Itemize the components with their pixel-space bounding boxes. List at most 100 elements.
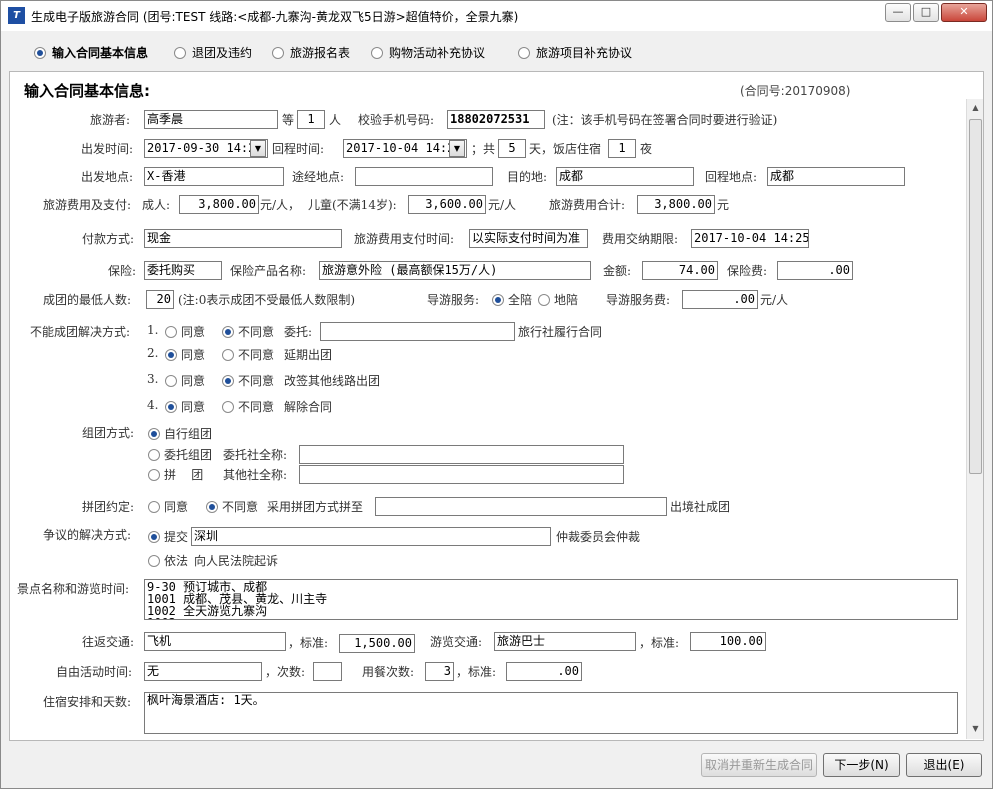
exit-button[interactable]: 退出(E) — [906, 753, 982, 777]
adult-fee-input[interactable]: 3,800.00 — [179, 195, 259, 214]
tab-projects[interactable]: 旅游项目补充协议 — [518, 44, 632, 61]
other-agency-input[interactable] — [299, 465, 624, 484]
pay-deadline-input[interactable]: 2017-10-04 14:25 — [691, 229, 809, 248]
group-option-merge[interactable]: 拼 团 — [148, 466, 203, 483]
meals-std-input[interactable]: .00 — [506, 662, 582, 681]
tab-signup[interactable]: 旅游报名表 — [272, 44, 350, 61]
fail-1-suffix: 旅行社履行合同 — [518, 325, 603, 339]
tab-label: 退团及违约 — [192, 46, 253, 60]
minimize-button[interactable]: — — [885, 3, 911, 22]
dispute-city-input[interactable]: 深圳 — [191, 527, 551, 546]
itinerary-textarea[interactable]: 9-30 预订城市、成都 1001 成都、茂县、黄龙、川主寺 1002 全天游览… — [144, 579, 958, 620]
radio-icon — [206, 501, 218, 513]
times-input[interactable] — [313, 662, 342, 681]
return-time-dropdown[interactable]: ▼ — [449, 140, 465, 157]
transport-input[interactable]: 飞机 — [144, 632, 286, 651]
free-time-input[interactable]: 无 — [144, 662, 262, 681]
maximize-button[interactable]: □ — [913, 3, 939, 22]
radio-icon — [222, 349, 234, 361]
insurance-input[interactable]: 委托购买 — [144, 261, 222, 280]
depart-time-dropdown[interactable]: ▼ — [250, 140, 266, 157]
ins-product-label: 保险产品名称: — [230, 264, 307, 278]
ins-product-input[interactable]: 旅游意外险 (最高额保15万/人) — [319, 261, 591, 280]
group-option-entrust[interactable]: 委托组团 — [148, 446, 212, 463]
phone-input[interactable]: 18802072531 — [447, 110, 545, 129]
entrust-agency-input[interactable] — [299, 445, 624, 464]
merge-agree-radio[interactable]: 同意 — [148, 498, 188, 515]
fail-label: 不能成团解决方式: — [30, 325, 131, 339]
meals-input[interactable]: 3 — [425, 662, 454, 681]
tour-std-input[interactable]: 100.00 — [690, 632, 766, 651]
title-bar: T 生成电子版旅游合同 (团号:TEST 线路:<成都-九寨沟-黄龙双飞5日游>… — [1, 1, 992, 31]
child-unit: 元/人 — [488, 198, 517, 212]
pay-time-input[interactable]: 以实际支付时间为准 — [469, 229, 588, 248]
scrollbar-thumb[interactable] — [969, 119, 982, 474]
depart-place-input[interactable]: X-香港 — [144, 167, 284, 186]
child-fee-input[interactable]: 3,600.00 — [408, 195, 486, 214]
total-fee-input[interactable]: 3,800.00 — [637, 195, 715, 214]
via-input[interactable] — [355, 167, 493, 186]
return-place-input[interactable]: 成都 — [767, 167, 905, 186]
radio-icon — [272, 47, 284, 59]
dispute-option-arbitrate[interactable]: 提交 — [148, 528, 188, 545]
fail-2-disagree-radio[interactable]: 不同意 — [222, 346, 274, 363]
pay-method-input[interactable]: 现金 — [144, 229, 342, 248]
phone-label: 校验手机号码: — [358, 113, 435, 127]
tab-shopping[interactable]: 购物活动补充协议 — [371, 44, 485, 61]
guide-fee-unit: 元/人 — [760, 293, 789, 307]
adult-label: 成人: — [142, 198, 171, 212]
min-people-input[interactable]: 20 — [146, 290, 174, 309]
tab-basic-info[interactable]: 输入合同基本信息 — [34, 44, 148, 61]
transport-std-input[interactable]: 1,500.00 — [339, 634, 415, 653]
ins-fee-input[interactable]: .00 — [777, 261, 853, 280]
option-label: 提交 — [164, 530, 189, 544]
scroll-up-icon[interactable]: ▲ — [969, 101, 982, 115]
fail-3-agree-radio[interactable]: 同意 — [165, 372, 205, 389]
fail-4-agree-radio[interactable]: 同意 — [165, 398, 205, 415]
merge-agency-input[interactable] — [375, 497, 667, 516]
guide-option-full[interactable]: 全陪 — [492, 291, 532, 308]
option-label: 委托组团 — [164, 448, 213, 462]
count-input[interactable]: 1 — [297, 110, 325, 129]
guide-option-local[interactable]: 地陪 — [538, 291, 578, 308]
fail-row-no: 2. — [147, 346, 159, 360]
fail-4-disagree-radio[interactable]: 不同意 — [222, 398, 274, 415]
depart-place-label: 出发地点: — [81, 170, 134, 184]
merge-label: 拼团约定: — [82, 500, 135, 514]
tab-bar: 输入合同基本信息 退团及违约 旅游报名表 购物活动补充协议 旅游项目补充协议 — [1, 39, 992, 63]
scrollbar[interactable]: ▲ ▼ — [966, 99, 983, 739]
option-label: 不同意 — [222, 500, 259, 514]
phone-note: (注：该手机号码在签署合同时要进行验证) — [552, 113, 778, 127]
traveler-input[interactable]: 高季晨 — [144, 110, 278, 129]
group-option-self[interactable]: 自行组团 — [148, 425, 212, 442]
scroll-down-icon[interactable]: ▼ — [969, 722, 982, 736]
chevron-down-icon: ▼ — [453, 144, 461, 153]
fail-3-disagree-radio[interactable]: 不同意 — [222, 372, 274, 389]
transport-std-label: ，标准: — [288, 636, 329, 650]
days-input[interactable]: 5 — [498, 139, 526, 158]
dispute-option-court[interactable]: 依法 — [148, 552, 188, 569]
fail-2-agree-radio[interactable]: 同意 — [165, 346, 205, 363]
count-unit: 人 — [329, 113, 342, 127]
option-label: 同意 — [181, 325, 206, 339]
tour-std-label: ，标准: — [639, 636, 680, 650]
tour-transport-input[interactable]: 旅游巴士 — [494, 632, 636, 651]
nights-input[interactable]: 1 — [608, 139, 636, 158]
merge-disagree-radio[interactable]: 不同意 — [206, 498, 258, 515]
close-button[interactable]: ✕ — [941, 3, 987, 22]
tab-withdraw[interactable]: 退团及违约 — [174, 44, 252, 61]
hotel-textarea[interactable]: 枫叶海景酒店: 1天。 — [144, 692, 958, 734]
tab-label: 旅游项目补充协议 — [536, 46, 633, 60]
next-button[interactable]: 下一步(N) — [823, 753, 900, 777]
fail-4-text: 解除合同 — [284, 400, 333, 414]
amount-input[interactable]: 74.00 — [642, 261, 718, 280]
maximize-icon: □ — [920, 5, 932, 18]
guide-fee-input[interactable]: .00 — [682, 290, 758, 309]
tour-transport-label: 游览交通: — [430, 635, 483, 649]
pay-time-label: 旅游费用支付时间: — [354, 232, 455, 246]
fail-1-agency-input[interactable] — [320, 322, 515, 341]
fail-1-disagree-radio[interactable]: 不同意 — [222, 323, 274, 340]
fail-1-agree-radio[interactable]: 同意 — [165, 323, 205, 340]
dest-input[interactable]: 成都 — [556, 167, 694, 186]
regenerate-button[interactable]: 取消并重新生成合同 — [701, 753, 817, 777]
